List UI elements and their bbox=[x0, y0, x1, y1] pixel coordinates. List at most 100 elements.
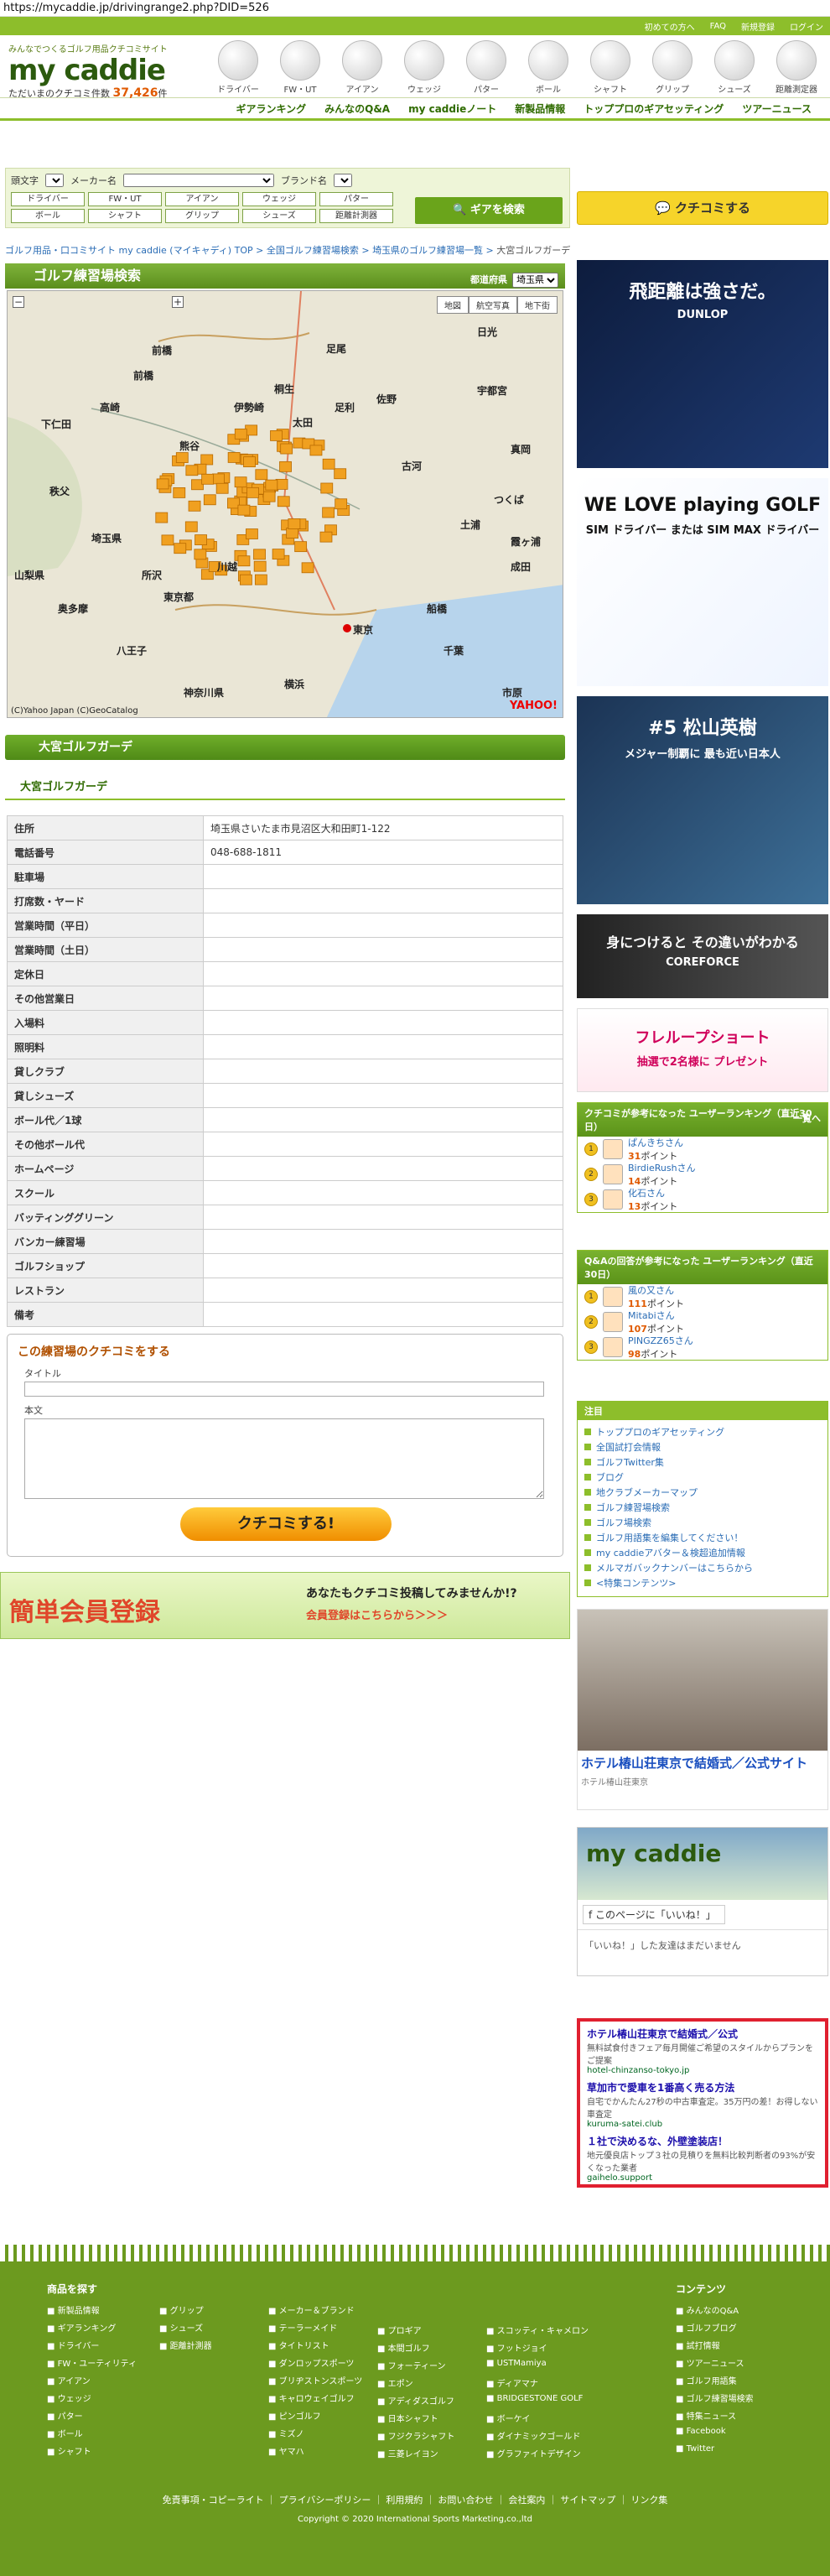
cat-shaft[interactable]: シャフト bbox=[582, 40, 639, 95]
register-line2[interactable]: 会員登録はこちらから＞＞＞ bbox=[306, 1606, 448, 1622]
cat-fw-ut[interactable]: FW・UT bbox=[272, 40, 329, 95]
footer-link[interactable]: ■ ディアマナ bbox=[486, 2376, 589, 2389]
footer-link[interactable]: ■ ゴルフ練習場検索 bbox=[676, 2391, 754, 2404]
ranking-user[interactable]: Mitabiさん bbox=[628, 1310, 675, 1321]
range-pin[interactable] bbox=[234, 476, 247, 488]
footer-link[interactable]: ■ ゴルフ用語集 bbox=[676, 2374, 754, 2386]
footer-link[interactable]: ■ ブリヂストンスポーツ bbox=[268, 2374, 362, 2386]
footer-link[interactable]: ■ USTMamiya bbox=[486, 2359, 589, 2370]
range-pin[interactable] bbox=[272, 549, 285, 560]
range-pin[interactable] bbox=[254, 574, 267, 585]
filter-shoes[interactable]: シューズ bbox=[242, 209, 316, 223]
ranking-row[interactable]: 3 化石さん 13ポイント bbox=[578, 1187, 827, 1212]
range-pin[interactable] bbox=[246, 487, 259, 498]
footer-link[interactable]: ■ みんなのQ&A bbox=[676, 2303, 754, 2316]
hotel-ad-title[interactable]: ホテル椿山荘東京で結婚式／公式サイト bbox=[578, 1751, 827, 1775]
filter-rangefinder[interactable]: 距離計測器 bbox=[319, 209, 393, 223]
notice-item[interactable]: ゴルフTwitter集 bbox=[584, 1455, 821, 1470]
footer-link[interactable]: ■ Twitter bbox=[676, 2444, 754, 2456]
range-pin[interactable] bbox=[286, 528, 299, 539]
footer-link[interactable]: ■ ピンゴルフ bbox=[268, 2409, 362, 2422]
range-pin[interactable] bbox=[175, 452, 189, 463]
range-pin[interactable] bbox=[200, 454, 214, 466]
range-pin[interactable] bbox=[265, 479, 278, 491]
cat-wedge[interactable]: ウェッジ bbox=[396, 40, 453, 95]
signup-link[interactable]: 新規登録 bbox=[741, 20, 775, 33]
register-banner[interactable]: 簡単会員登録 あなたもクチコミ投稿してみませんか!? 会員登録はこちらから＞＞＞ bbox=[0, 1572, 570, 1639]
notice-item[interactable]: 地クラブメーカーマップ bbox=[584, 1486, 821, 1501]
notice-item[interactable]: ゴルフ練習場検索 bbox=[584, 1501, 821, 1516]
range-pin[interactable] bbox=[173, 487, 186, 498]
range-pin[interactable] bbox=[322, 458, 335, 470]
range-pin[interactable] bbox=[335, 498, 348, 510]
footer-links[interactable]: 免責事項・コピーライト ｜ プライバシーポリシー ｜ 利用規約 ｜ お問い合わせ… bbox=[0, 2493, 830, 2506]
notice-item[interactable]: 全国試打会情報 bbox=[584, 1440, 821, 1455]
filter-grip[interactable]: グリップ bbox=[165, 209, 239, 223]
range-pin[interactable] bbox=[203, 494, 216, 506]
footer-link[interactable]: ■ シューズ bbox=[159, 2321, 212, 2334]
range-pin[interactable] bbox=[334, 468, 347, 480]
filter-wedge[interactable]: ウェッジ bbox=[242, 192, 316, 206]
range-pin[interactable] bbox=[255, 469, 268, 481]
subnav-gear-ranking[interactable]: ギアランキング bbox=[236, 101, 306, 116]
ad-taylormade[interactable]: WE LOVE playing GOLF SIM ドライバー または SIM MA… bbox=[577, 478, 828, 686]
site-logo[interactable]: みんなでつくるゴルフ用品クチコミサイト my caddie ただいまのクチコミ件… bbox=[8, 42, 201, 100]
body-textarea[interactable] bbox=[24, 1418, 544, 1499]
footer-link[interactable]: ■ 新製品情報 bbox=[47, 2303, 137, 2316]
notice-item[interactable]: my caddieアバター＆検超追加情報 bbox=[584, 1546, 821, 1561]
footer-link[interactable]: ■ ミズノ bbox=[268, 2427, 362, 2439]
title-input[interactable] bbox=[24, 1382, 544, 1397]
range-pin[interactable] bbox=[161, 534, 174, 546]
text-ad-title[interactable]: 草加市で愛車を1番高く売る方法 bbox=[587, 2080, 818, 2095]
footer-link[interactable]: ■ フォーティーン bbox=[377, 2359, 454, 2371]
ranking-user[interactable]: PINGZZ65さん bbox=[628, 1335, 693, 1346]
ad-present[interactable]: フレループショート 抽選で2名様に プレゼント bbox=[577, 1008, 828, 1092]
range-pin[interactable] bbox=[288, 518, 301, 529]
range-pin[interactable] bbox=[301, 562, 314, 574]
range-pin[interactable] bbox=[188, 500, 201, 512]
range-pin[interactable] bbox=[270, 430, 283, 441]
ranking-row[interactable]: 3 PINGZZ65さん 98ポイント bbox=[578, 1335, 827, 1360]
footer-link[interactable]: ■ ボーケイ bbox=[486, 2412, 589, 2424]
range-pin[interactable] bbox=[184, 521, 198, 533]
footer-link[interactable]: ■ 試打情報 bbox=[676, 2339, 754, 2351]
beginner-link[interactable]: 初めての方へ bbox=[645, 20, 695, 33]
hotel-ad[interactable]: ホテル椿山荘東京で結婚式／公式サイト ホテル椿山荘東京 bbox=[577, 1609, 828, 1810]
footer-link[interactable]: ■ 特集ニュース bbox=[676, 2409, 754, 2422]
footer-link[interactable]: ■ Facebook bbox=[676, 2427, 754, 2438]
tab-aerial[interactable]: 航空写真 bbox=[469, 296, 517, 314]
range-pin[interactable] bbox=[319, 531, 333, 543]
footer-link[interactable]: ■ エポン bbox=[377, 2376, 454, 2389]
crumb-top[interactable]: ゴルフ用品・口コミサイト my caddie (マイキャディ) TOP bbox=[5, 245, 253, 256]
footer-link[interactable]: ■ FW・ユーティリティ bbox=[47, 2356, 137, 2369]
footer-link[interactable]: ■ ドライバー bbox=[47, 2339, 137, 2351]
initial-select[interactable] bbox=[45, 174, 64, 187]
range-pin[interactable] bbox=[234, 428, 247, 440]
ranking-row[interactable]: 2 Mitabiさん 107ポイント bbox=[578, 1309, 827, 1335]
brand-select[interactable] bbox=[334, 174, 352, 187]
tab-map[interactable]: 地図 bbox=[437, 296, 469, 314]
zoom-in-button[interactable]: + bbox=[172, 296, 184, 308]
cat-shoes[interactable]: シューズ bbox=[706, 40, 763, 95]
footer-link[interactable]: ■ グラファイトデザイン bbox=[486, 2447, 589, 2459]
maker-select[interactable] bbox=[123, 174, 274, 187]
range-pin[interactable] bbox=[322, 507, 335, 518]
filter-ball[interactable]: ボール bbox=[11, 209, 85, 223]
footer-link[interactable]: ■ パター bbox=[47, 2409, 137, 2422]
footer-link[interactable]: ■ タイトリスト bbox=[268, 2339, 362, 2351]
subnav-qa[interactable]: みんなのQ&A bbox=[324, 101, 390, 116]
footer-link[interactable]: ■ 距離計測器 bbox=[159, 2339, 212, 2351]
footer-link[interactable]: ■ 日本シャフト bbox=[377, 2412, 454, 2424]
cat-iron[interactable]: アイアン bbox=[334, 40, 391, 95]
range-pin[interactable] bbox=[194, 549, 207, 560]
range-pin[interactable] bbox=[253, 560, 267, 572]
filter-shaft[interactable]: シャフト bbox=[88, 209, 162, 223]
footer-link[interactable]: ■ グリップ bbox=[159, 2303, 212, 2316]
submit-review-button[interactable]: クチコミする! bbox=[180, 1507, 392, 1541]
footer-link[interactable]: ■ 三菱レイヨン bbox=[377, 2447, 454, 2459]
footer-link[interactable]: ■ ギアランキング bbox=[47, 2321, 137, 2334]
footer-link[interactable]: ■ メーカー＆ブランド bbox=[268, 2303, 362, 2316]
kuchikomi-button[interactable]: 💬 クチコミする bbox=[577, 191, 828, 225]
footer-link[interactable]: ■ フジクラシャフト bbox=[377, 2429, 454, 2442]
range-pin[interactable] bbox=[227, 497, 240, 509]
